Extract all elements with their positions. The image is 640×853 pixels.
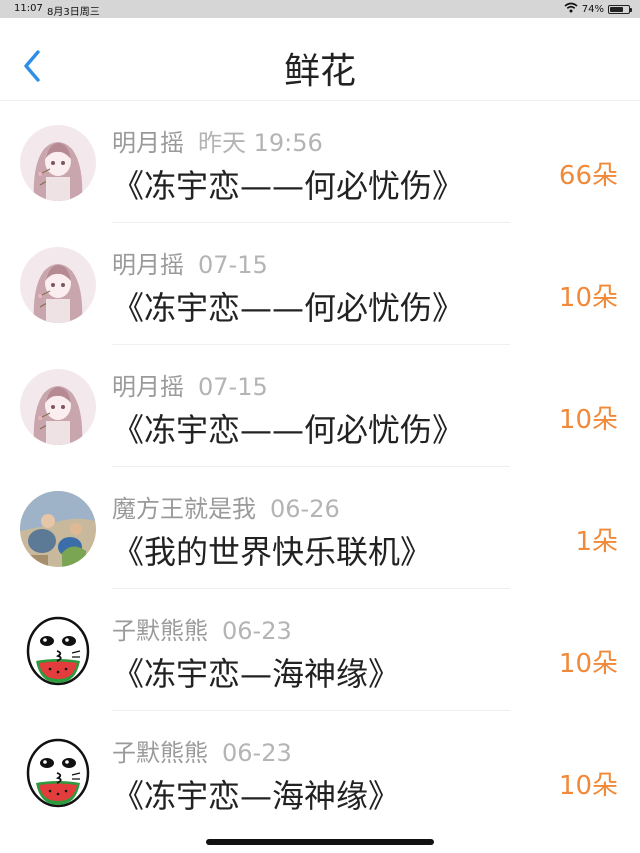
timestamp: 昨天 19:56 bbox=[198, 129, 323, 157]
flower-record-list: 明月摇 昨天 19:56 《冻宇恋——何必忧伤》 66朵 明月摇 07-15 《… bbox=[0, 100, 640, 833]
status-date: 8月3日周三 bbox=[47, 7, 100, 18]
flower-count: 10朵 bbox=[558, 283, 618, 313]
flower-count: 10朵 bbox=[558, 771, 618, 801]
flower-count: 66朵 bbox=[558, 161, 618, 191]
status-time: 11:07 bbox=[14, 3, 43, 14]
page-title: 鲜花 bbox=[283, 51, 356, 92]
list-item[interactable]: 魔方王就是我 06-26 《我的世界快乐联机》 1朵 bbox=[0, 467, 640, 589]
record-meta: 子默熊熊 06-23 bbox=[112, 611, 292, 646]
nav-header: 鲜花 bbox=[0, 18, 640, 98]
book-title[interactable]: 《冻宇恋——何必忧伤》 bbox=[112, 161, 464, 207]
wifi-icon bbox=[564, 2, 578, 16]
avatar[interactable] bbox=[20, 369, 96, 445]
username[interactable]: 子默熊熊 bbox=[112, 739, 208, 767]
timestamp: 06-26 bbox=[270, 495, 340, 523]
avatar[interactable] bbox=[20, 247, 96, 323]
avatar[interactable] bbox=[20, 735, 96, 811]
avatar[interactable] bbox=[20, 125, 96, 201]
list-item[interactable]: 明月摇 07-15 《冻宇恋——何必忧伤》 10朵 bbox=[0, 223, 640, 345]
book-title[interactable]: 《冻宇恋——何必忧伤》 bbox=[112, 405, 464, 451]
avatar[interactable] bbox=[20, 613, 96, 689]
record-meta: 明月摇 07-15 bbox=[112, 367, 268, 402]
timestamp: 06-23 bbox=[222, 739, 292, 767]
username[interactable]: 魔方王就是我 bbox=[112, 495, 256, 523]
timestamp: 06-23 bbox=[222, 617, 292, 645]
status-indicators: 74% bbox=[564, 2, 632, 16]
status-bar: 11:07 8月3日周三 74% bbox=[0, 0, 640, 18]
battery-percent: 74% bbox=[581, 3, 604, 15]
book-title[interactable]: 《我的世界快乐联机》 bbox=[112, 527, 432, 573]
username[interactable]: 子默熊熊 bbox=[112, 617, 208, 645]
record-meta: 子默熊熊 06-23 bbox=[112, 733, 292, 768]
username[interactable]: 明月摇 bbox=[112, 129, 184, 157]
timestamp: 07-15 bbox=[198, 373, 268, 401]
timestamp: 07-15 bbox=[198, 251, 268, 279]
flower-count: 10朵 bbox=[558, 405, 618, 435]
home-indicator[interactable] bbox=[206, 839, 434, 845]
list-item[interactable]: 明月摇 07-15 《冻宇恋——何必忧伤》 10朵 bbox=[0, 345, 640, 467]
book-title[interactable]: 《冻宇恋——何必忧伤》 bbox=[112, 283, 464, 329]
flower-count: 10朵 bbox=[558, 649, 618, 679]
record-meta: 明月摇 昨天 19:56 bbox=[112, 123, 323, 158]
book-title[interactable]: 《冻宇恋—海神缘》 bbox=[112, 771, 400, 817]
record-meta: 魔方王就是我 06-26 bbox=[112, 489, 340, 524]
username[interactable]: 明月摇 bbox=[112, 373, 184, 401]
username[interactable]: 明月摇 bbox=[112, 251, 184, 279]
flower-count: 1朵 bbox=[575, 527, 618, 557]
book-title[interactable]: 《冻宇恋—海神缘》 bbox=[112, 649, 400, 695]
battery-icon bbox=[608, 4, 632, 14]
list-item[interactable]: 明月摇 昨天 19:56 《冻宇恋——何必忧伤》 66朵 bbox=[0, 101, 640, 223]
avatar[interactable] bbox=[20, 491, 96, 567]
list-item[interactable]: 子默熊熊 06-23 《冻宇恋—海神缘》 10朵 bbox=[0, 589, 640, 711]
record-meta: 明月摇 07-15 bbox=[112, 245, 268, 280]
list-item[interactable]: 子默熊熊 06-23 《冻宇恋—海神缘》 10朵 bbox=[0, 711, 640, 833]
